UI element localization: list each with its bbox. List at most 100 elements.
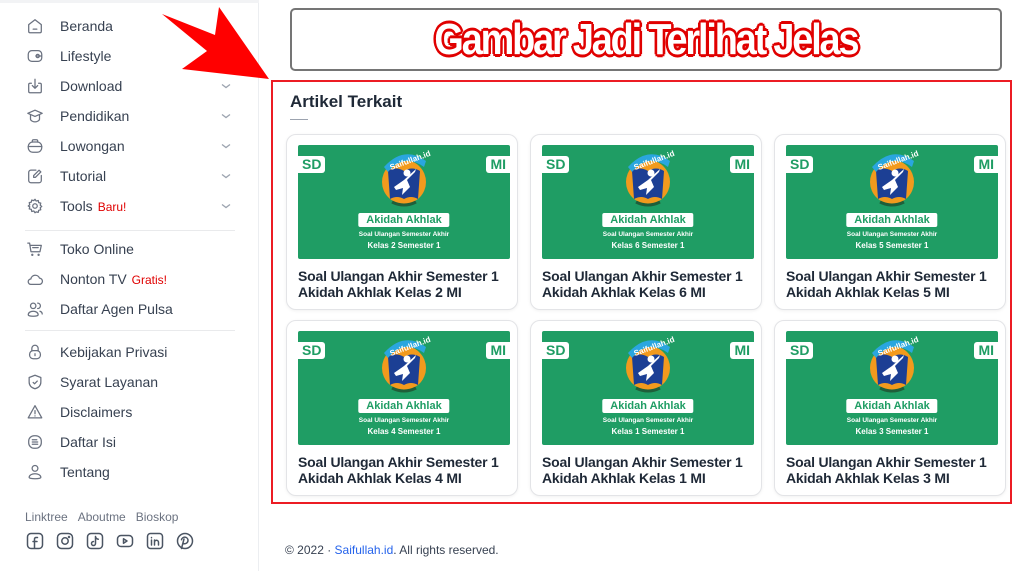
thumb-tag-left: SD [542,342,570,359]
chevron-down-icon[interactable] [219,109,233,123]
sidebar-item-label: Daftar Agen Pulsa [60,301,173,317]
thumb-subtitle: Soal Ulangan Semester Akhir [602,231,694,238]
sidebar-item-label: Kebijakan Privasi [60,344,168,360]
thumb-class-label: Kelas 2 Semester 1 [367,241,441,250]
article-thumbnail[interactable]: SD MI Saifullah.id Akidah Akhlak Soal Ul… [786,331,998,445]
chevron-down-icon[interactable] [219,139,233,153]
thumb-subtitle: Soal Ulangan Semester Akhir [846,417,938,424]
article-thumbnail[interactable]: SD MI Saifullah.id Akidah Akhlak Soal Ul… [542,331,754,445]
sidebar-item-label: Beranda [60,18,113,34]
free-badge: Gratis! [131,273,168,287]
sidebar-divider [25,330,235,331]
sidebar-item-kebijakan-privasi[interactable]: Kebijakan Privasi [25,337,235,367]
link-aboutme[interactable]: Aboutme [78,510,126,524]
thumb-subject: Akidah Akhlak [358,213,450,227]
copyright: © 2022 · Saifullah.id. All rights reserv… [285,543,499,557]
thumb-subtitle: Soal Ulangan Semester Akhir [358,417,450,424]
cart-icon [25,239,45,259]
pencil-icon [25,166,45,186]
thumb-tag-left: SD [786,342,814,359]
graduation-cap-icon [25,106,45,126]
article-thumbnail[interactable]: SD MI Saifullah.id Akidah Akhlak Soal Ul… [298,145,510,259]
thumb-subject: Akidah Akhlak [602,213,694,227]
thumb-subtitle: Soal Ulangan Semester Akhir [358,231,450,238]
article-title[interactable]: Soal Ulangan Akhir Semester 1 Akidah Akh… [542,268,756,300]
article-thumbnail[interactable]: SD MI Saifullah.id Akidah Akhlak Soal Ul… [786,145,998,259]
article-title[interactable]: Soal Ulangan Akhir Semester 1 Akidah Akh… [298,268,512,300]
youtube-icon[interactable] [116,532,134,550]
sidebar-item-tutorial[interactable]: Tutorial [25,161,235,191]
sidebar-item-daftar-isi[interactable]: Daftar Isi [25,427,235,457]
sidebar-item-label: Lifestyle [60,48,112,64]
facebook-icon[interactable] [26,532,44,550]
article-title[interactable]: Soal Ulangan Akhir Semester 1 Akidah Akh… [298,454,512,486]
sidebar-item-tentang[interactable]: Tentang [25,457,235,487]
related-articles-title: Artikel Terkait [290,92,403,111]
article-card[interactable]: SD MI Saifullah.id Akidah Akhlak Soal Ul… [774,320,1006,496]
sidebar-item-download[interactable]: Download [25,71,235,101]
article-title[interactable]: Soal Ulangan Akhir Semester 1 Akidah Akh… [542,454,756,486]
chevron-down-icon[interactable] [219,199,233,213]
sidebar-item-label: Toko Online [60,241,134,257]
link-linktree[interactable]: Linktree [25,510,68,524]
nav-main: Beranda Lifestyle Download Pendidikan Lo… [25,11,235,221]
sidebar-item-lowongan[interactable]: Lowongan [25,131,235,161]
social-links [26,532,194,550]
thumb-subject: Akidah Akhlak [846,399,938,413]
article-card[interactable]: SD MI Saifullah.id Akidah Akhlak Soal Ul… [286,320,518,496]
sidebar-item-label: Tutorial [60,168,107,184]
sidebar-item-toko-online[interactable]: Toko Online [25,234,235,264]
site-link[interactable]: Saifullah.id [335,543,394,557]
sidebar-item-lifestyle[interactable]: Lifestyle [25,41,235,71]
sidebar-item-text: Nonton TV [60,271,127,287]
sidebar-item-daftar-agen-pulsa[interactable]: Daftar Agen Pulsa [25,294,235,324]
sidebar-item-label: Download [60,78,123,94]
copyright-prefix: © 2022 · [285,543,335,557]
thumb-tag-left: SD [542,156,570,173]
thumb-tag-left: SD [298,342,326,359]
sidebar-item-text: Tools [60,198,93,214]
saifullah-logo-icon: Saifullah.id [626,335,676,393]
link-bioskop[interactable]: Bioskop [136,510,179,524]
thumb-tag-right: MI [486,342,510,359]
user-icon [25,462,45,482]
article-title[interactable]: Soal Ulangan Akhir Semester 1 Akidah Akh… [786,268,1000,300]
thumb-tag-right: MI [974,342,998,359]
linkedin-icon[interactable] [146,532,164,550]
chevron-down-icon[interactable] [219,169,233,183]
nav-info: Kebijakan Privasi Syarat Layanan Disclai… [25,337,235,487]
article-card[interactable]: SD MI Saifullah.id Akidah Akhlak Soal Ul… [774,134,1006,310]
title-underline [290,119,308,120]
instagram-icon[interactable] [56,532,74,550]
sidebar-item-beranda[interactable]: Beranda [25,11,235,41]
pinterest-icon[interactable] [176,532,194,550]
copyright-suffix: . All rights reserved. [393,543,499,557]
article-title[interactable]: Soal Ulangan Akhir Semester 1 Akidah Akh… [786,454,1000,486]
sidebar-item-label: Syarat Layanan [60,374,159,390]
article-card[interactable]: SD MI Saifullah.id Akidah Akhlak Soal Ul… [286,134,518,310]
sidebar-item-pendidikan[interactable]: Pendidikan [25,101,235,131]
sidebar: Beranda Lifestyle Download Pendidikan Lo… [0,0,259,571]
sidebar-item-nonton-tv[interactable]: Nonton TV Gratis! [25,264,235,294]
sidebar-item-syarat-layanan[interactable]: Syarat Layanan [25,367,235,397]
sidebar-item-label: Lowongan [60,138,125,154]
thumb-tag-right: MI [730,342,754,359]
article-card[interactable]: SD MI Saifullah.id Akidah Akhlak Soal Ul… [530,134,762,310]
download-icon [25,76,45,96]
article-card[interactable]: SD MI Saifullah.id Akidah Akhlak Soal Ul… [530,320,762,496]
sidebar-top-edge [0,0,259,3]
sidebar-item-label: Pendidikan [60,108,130,124]
sidebar-item-label: Disclaimers [60,404,133,420]
sidebar-item-disclaimers[interactable]: Disclaimers [25,397,235,427]
sidebar-divider [25,230,235,231]
tiktok-icon[interactable] [86,532,104,550]
thumb-tag-right: MI [730,156,754,173]
article-thumbnail[interactable]: SD MI Saifullah.id Akidah Akhlak Soal Ul… [298,331,510,445]
banner-text: Gambar Jadi Terlihat Jelas [433,13,861,65]
thumb-tag-left: SD [786,156,814,173]
chevron-down-icon[interactable] [219,79,233,93]
saifullah-logo-icon: Saifullah.id [870,149,920,207]
annotation-banner: Gambar Jadi Terlihat Jelas [290,8,1002,71]
sidebar-item-tools[interactable]: Tools Baru! [25,191,235,221]
article-thumbnail[interactable]: SD MI Saifullah.id Akidah Akhlak Soal Ul… [542,145,754,259]
